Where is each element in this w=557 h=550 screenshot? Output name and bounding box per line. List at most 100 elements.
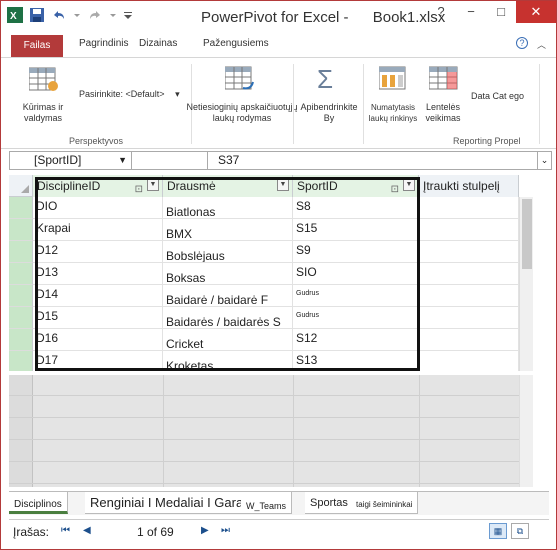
- table-cell-discipline[interactable]: Biatlonas: [163, 197, 293, 219]
- table-cell-discipline[interactable]: BMX: [163, 219, 293, 241]
- row-header[interactable]: [9, 329, 33, 351]
- perspective-select-label: Pasirinkite: <Default>: [79, 89, 165, 99]
- table-cell-id[interactable]: D16: [33, 329, 163, 351]
- save-icon[interactable]: [29, 7, 45, 23]
- tab-renginiai[interactable]: Renginiai I Medaliai I Garaį: [85, 492, 253, 514]
- minimize-button[interactable]: −: [456, 1, 486, 23]
- implicit-fields-icon: [224, 66, 255, 95]
- name-box-value: [SportID]: [34, 153, 82, 167]
- column-header-drausme[interactable]: Drausmė ▼: [163, 175, 293, 197]
- first-record-icon[interactable]: ⏮: [61, 525, 70, 536]
- table-cell-sport[interactable]: Gudrus: [293, 285, 419, 307]
- close-button[interactable]: ✕: [516, 1, 556, 23]
- tab-w-teams[interactable]: W_Teams: [241, 492, 293, 514]
- table-cell-id[interactable]: Krapai: [33, 219, 163, 241]
- perspectives-manage-button[interactable]: Kūrimas ir valdymas: [15, 102, 71, 124]
- redo-dropdown-icon[interactable]: [109, 7, 117, 23]
- tab-sportas[interactable]: Sportas: [305, 492, 354, 514]
- column-header-disciplineid[interactable]: DisciplineID ⊡ ▼: [33, 175, 163, 197]
- ribbon-collapse-icon[interactable]: ︿: [537, 38, 546, 51]
- data-grid: DisciplineID ⊡ ▼ Drausmė ▼ SportID ⊡ ▼ Į…: [9, 175, 533, 371]
- title-bar: X PowerPivot for Excel - Book1.xlsx ? − …: [1, 1, 556, 33]
- excel-icon[interactable]: X: [7, 7, 23, 23]
- table-behavior-button[interactable]: Lentelės veikimas: [419, 102, 467, 124]
- ribbon-separator: [293, 64, 294, 144]
- tab-design[interactable]: Dizainas: [139, 38, 177, 49]
- table-cell-sport[interactable]: S8: [293, 197, 419, 219]
- add-column-cell[interactable]: [419, 241, 519, 263]
- column-header-sportid[interactable]: SportID ⊡ ▼: [293, 175, 419, 197]
- add-column-cell[interactable]: [419, 219, 519, 241]
- table-cell-id[interactable]: DIO: [33, 197, 163, 219]
- table-cell-sport[interactable]: Gudrus: [293, 307, 419, 329]
- scrollbar-thumb[interactable]: [522, 199, 532, 269]
- formula-bar: [SportID] ▼ S37 ⌄: [9, 151, 552, 170]
- vertical-scrollbar[interactable]: [519, 197, 533, 371]
- table-cell-id[interactable]: D12: [33, 241, 163, 263]
- row-header[interactable]: [9, 351, 33, 371]
- filter-dropdown-icon[interactable]: ▼: [147, 179, 159, 191]
- ribbon-help-icon[interactable]: ?: [516, 37, 528, 49]
- calc-column-divider: [419, 375, 420, 487]
- summarize-by-button[interactable]: Apibendrinkite By: [299, 102, 359, 124]
- last-record-icon[interactable]: ⏭: [221, 525, 230, 536]
- tab-disciplinos[interactable]: Disciplinos: [9, 492, 68, 514]
- grid-view-icon[interactable]: ▦: [489, 523, 507, 539]
- table-cell-id[interactable]: D13: [33, 263, 163, 285]
- row-header[interactable]: [9, 307, 33, 329]
- calculation-area[interactable]: [9, 375, 533, 487]
- undo-dropdown-icon[interactable]: [73, 7, 81, 23]
- maximize-button[interactable]: □: [486, 1, 516, 23]
- undo-icon[interactable]: [51, 7, 67, 23]
- row-header[interactable]: [9, 197, 33, 219]
- redo-icon[interactable]: [87, 7, 103, 23]
- help-button[interactable]: ?: [426, 1, 456, 23]
- customize-qat-icon[interactable]: [123, 7, 133, 23]
- quick-access-toolbar: X: [7, 7, 133, 23]
- row-header[interactable]: [9, 285, 33, 307]
- add-column-cell[interactable]: [419, 329, 519, 351]
- tab-home[interactable]: Pagrindinis: [79, 38, 128, 49]
- table-cell-discipline[interactable]: Baidarė / baidarė F: [163, 285, 293, 307]
- tab-file[interactable]: Failas: [11, 35, 63, 57]
- select-all-corner[interactable]: [9, 175, 33, 197]
- expand-formula-icon[interactable]: ⌄: [537, 152, 551, 169]
- table-cell-discipline[interactable]: Boksas: [163, 263, 293, 285]
- add-column-cell[interactable]: [419, 307, 519, 329]
- table-cell-id[interactable]: D14: [33, 285, 163, 307]
- add-column-cell[interactable]: [419, 351, 519, 371]
- table-cell-discipline[interactable]: Bobslėjaus: [163, 241, 293, 263]
- table-cell-discipline[interactable]: Kroketas: [163, 351, 293, 371]
- add-column-cell[interactable]: [419, 263, 519, 285]
- table-cell-sport[interactable]: S9: [293, 241, 419, 263]
- table-cell-id[interactable]: D15: [33, 307, 163, 329]
- table-cell-discipline[interactable]: Baidarės / baidarės S: [163, 307, 293, 329]
- perspective-select[interactable]: Pasirinkite: <Default> ▾: [79, 89, 180, 100]
- name-box[interactable]: [SportID] ▼: [10, 152, 132, 169]
- table-cell-discipline[interactable]: Cricket: [163, 329, 293, 351]
- table-cell-id[interactable]: D17: [33, 351, 163, 371]
- table-cell-sport[interactable]: SIO: [293, 263, 419, 285]
- diagram-view-icon[interactable]: ⧉: [511, 523, 529, 539]
- data-category-button[interactable]: Data Cat ego: [471, 91, 531, 102]
- add-column-header[interactable]: Įtraukti stulpelį: [419, 175, 519, 197]
- tab-seimininkai[interactable]: taigi šeimininkai: [351, 492, 419, 514]
- table-cell-sport[interactable]: S12: [293, 329, 419, 351]
- implicit-fields-button[interactable]: Netiesioginių apskaičiuotųjų laukų rodym…: [179, 102, 305, 124]
- table-cell-sport[interactable]: S15: [293, 219, 419, 241]
- calc-vertical-scrollbar[interactable]: [519, 375, 533, 487]
- add-column-cell[interactable]: [419, 197, 519, 219]
- next-record-icon[interactable]: ▶: [201, 525, 209, 536]
- filter-dropdown-icon[interactable]: ▼: [403, 179, 415, 191]
- row-header[interactable]: [9, 263, 33, 285]
- default-fieldset-button[interactable]: Numatytasis laukų rinkinys: [365, 102, 421, 124]
- row-header[interactable]: [9, 219, 33, 241]
- table-cell-sport[interactable]: S13: [293, 351, 419, 371]
- filter-dropdown-icon[interactable]: ▼: [277, 179, 289, 191]
- tab-advanced[interactable]: Pažengusiems: [203, 38, 269, 49]
- add-column-cell[interactable]: [419, 285, 519, 307]
- row-header[interactable]: [9, 241, 33, 263]
- previous-record-icon[interactable]: ◀: [83, 525, 91, 536]
- chevron-down-icon[interactable]: ▼: [118, 152, 127, 169]
- formula-input[interactable]: S37: [218, 152, 239, 169]
